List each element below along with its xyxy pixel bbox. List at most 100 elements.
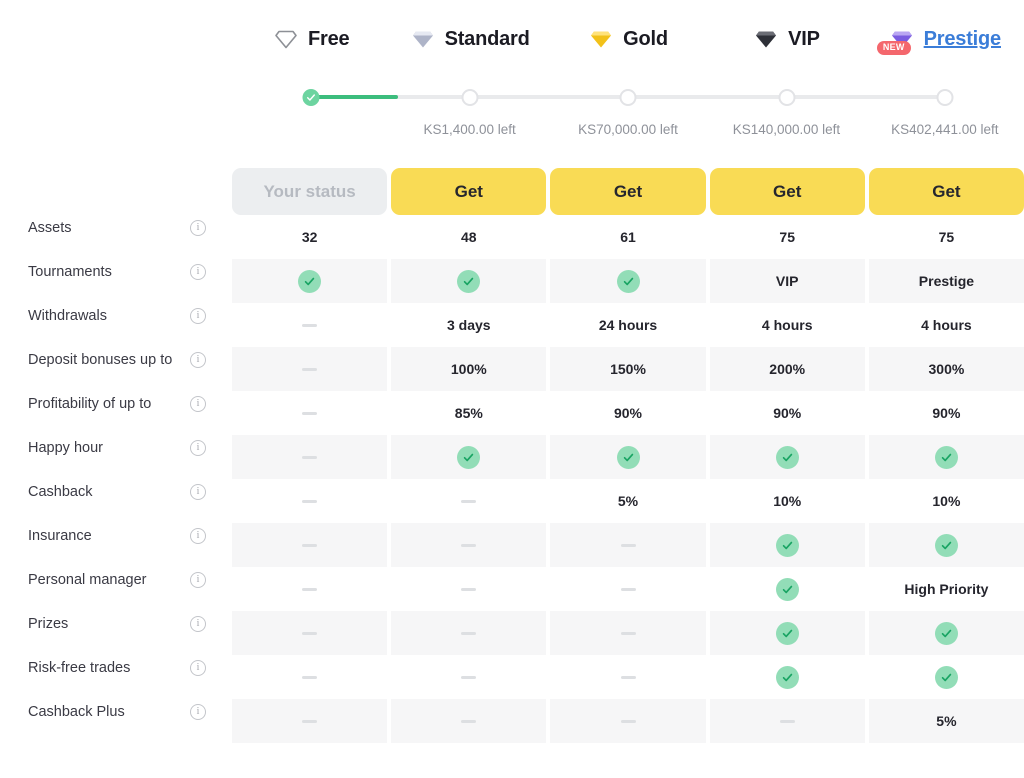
dash-icon xyxy=(620,631,636,635)
dash-icon xyxy=(461,719,477,723)
info-icon[interactable]: i xyxy=(190,484,206,500)
cell-value: 90% xyxy=(613,405,643,421)
dash-icon xyxy=(620,675,636,679)
cell-value: 5% xyxy=(617,493,639,509)
dash-icon xyxy=(461,675,477,679)
dash-icon xyxy=(302,367,318,371)
table-row: High Priority xyxy=(232,567,1024,611)
cell-value: Prestige xyxy=(868,259,1024,303)
cell-unavailable xyxy=(391,699,547,743)
check-icon xyxy=(457,445,481,469)
tier-tab-standard[interactable]: Standard xyxy=(390,14,548,64)
cell-unavailable xyxy=(232,347,388,391)
dash-icon xyxy=(461,543,477,547)
action-cell: Get xyxy=(868,168,1024,215)
dash-icon xyxy=(302,631,318,635)
progress-node-1[interactable] xyxy=(461,89,478,106)
cell-unavailable xyxy=(232,567,387,611)
get-button[interactable]: Get xyxy=(868,168,1024,215)
cell-value: 10% xyxy=(932,493,961,509)
cell-unavailable xyxy=(232,303,387,347)
dash-icon xyxy=(461,587,477,591)
info-icon[interactable]: i xyxy=(190,264,206,280)
cell-value: 100% xyxy=(391,347,547,391)
cell-value: 10% xyxy=(773,493,802,509)
feature-label: Tournaments xyxy=(28,264,112,280)
check-icon xyxy=(775,577,799,601)
table-row: 3 days 24 hours 4 hours 4 hours xyxy=(232,303,1024,347)
dash-icon xyxy=(461,631,477,635)
feature-row: Personal manager i xyxy=(0,558,232,602)
info-icon[interactable]: i xyxy=(190,440,206,456)
action-cell: Your status xyxy=(232,168,388,215)
tier-tab-prestige[interactable]: Prestige NEW xyxy=(866,14,1024,64)
table-row xyxy=(232,655,1024,699)
info-icon[interactable]: i xyxy=(190,660,206,676)
info-icon[interactable]: i xyxy=(190,396,206,412)
tier-tab-gold[interactable]: Gold xyxy=(549,14,707,64)
cell-value: 90% xyxy=(932,405,961,421)
cell-value: 4 hours xyxy=(921,317,972,333)
cell-check xyxy=(709,523,865,567)
cell-unavailable xyxy=(550,655,705,699)
cell-unavailable xyxy=(391,479,546,523)
tier-tabs: Free Standard Gold VIP Prestige NEW xyxy=(232,14,1024,64)
cell-value: 200% xyxy=(709,347,865,391)
cell-check xyxy=(550,435,706,479)
cell-value: 75 xyxy=(779,229,795,245)
tier-tab-free[interactable]: Free xyxy=(232,14,390,64)
feature-row: Tournaments i xyxy=(0,250,232,294)
table-row xyxy=(232,611,1024,655)
cell-value: 90% xyxy=(773,405,802,421)
cell-value: 150% xyxy=(550,347,706,391)
cell-unavailable xyxy=(391,567,546,611)
diamond-outline-icon xyxy=(273,26,299,52)
info-icon[interactable]: i xyxy=(190,616,206,632)
cell-check xyxy=(709,611,865,655)
table-row xyxy=(232,523,1024,567)
get-button[interactable]: Get xyxy=(550,168,706,215)
progress-node-0[interactable] xyxy=(302,89,320,106)
info-icon[interactable]: i xyxy=(190,572,206,588)
tier-tab-label: Gold xyxy=(623,27,668,50)
check-icon xyxy=(934,665,958,689)
info-icon[interactable]: i xyxy=(190,352,206,368)
cell-unavailable xyxy=(391,611,547,655)
check-icon xyxy=(934,445,958,469)
cell-check xyxy=(868,435,1024,479)
cell-value: 85% xyxy=(454,405,483,421)
cell-unavailable xyxy=(232,699,388,743)
cell-unavailable xyxy=(232,435,388,479)
info-icon[interactable]: i xyxy=(190,704,206,720)
progress-node-4[interactable] xyxy=(936,89,954,106)
diamond-gold-icon xyxy=(588,26,614,52)
check-icon xyxy=(934,621,958,645)
cell-unavailable xyxy=(232,391,387,435)
progress-label-3: KS140,000.00 left xyxy=(732,122,841,137)
feature-row: Cashback Plus i xyxy=(0,690,232,734)
get-button[interactable]: Get xyxy=(391,168,547,215)
info-icon[interactable]: i xyxy=(190,308,206,324)
feature-label: Personal manager xyxy=(28,572,147,588)
feature-row: Risk-free trades i xyxy=(0,646,232,690)
cell-unavailable xyxy=(391,655,546,699)
table-row: VIP Prestige xyxy=(232,259,1024,303)
cell-check xyxy=(868,523,1024,567)
progress-label-2: KS70,000.00 left xyxy=(578,122,678,137)
progress-labels: KS1,400.00 left KS70,000.00 left KS140,000… xyxy=(232,122,1024,142)
tier-tab-vip[interactable]: VIP xyxy=(707,14,865,64)
cell-value: 32 xyxy=(301,229,318,245)
dash-icon xyxy=(461,499,477,503)
check-icon xyxy=(457,269,481,293)
cell-value: 300% xyxy=(868,347,1024,391)
cell-unavailable xyxy=(709,699,865,743)
progress-node-2[interactable] xyxy=(619,89,637,106)
cell-unavailable xyxy=(550,611,706,655)
info-icon[interactable]: i xyxy=(190,528,206,544)
progress-label-4: KS402,441.00 left xyxy=(891,122,999,137)
get-button[interactable]: Get xyxy=(709,168,865,215)
info-icon[interactable]: i xyxy=(190,220,206,236)
table-row: 32 48 61 75 75 xyxy=(232,215,1024,259)
table-row xyxy=(232,435,1024,479)
progress-node-3[interactable] xyxy=(778,89,795,106)
